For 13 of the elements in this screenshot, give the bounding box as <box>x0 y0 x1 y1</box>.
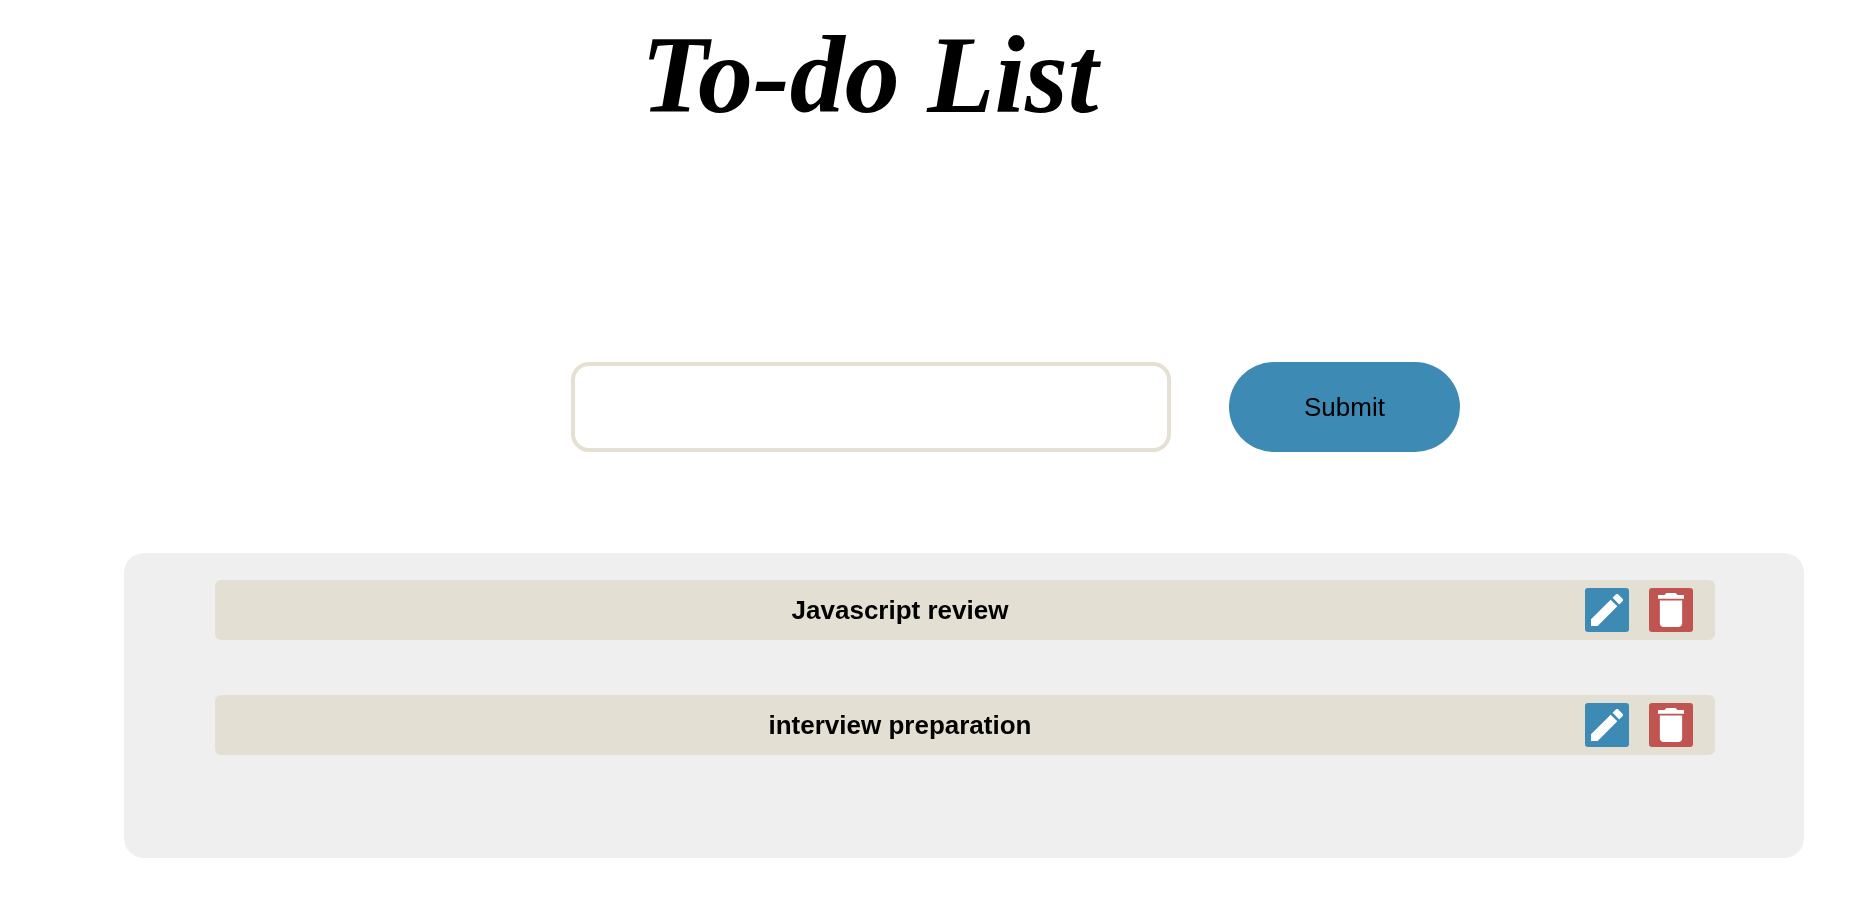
task-text: Javascript review <box>791 594 1009 626</box>
trash-icon <box>1658 708 1684 742</box>
task-input-field[interactable] <box>571 362 1171 452</box>
task-text: interview preparation <box>768 709 1032 741</box>
pencil-icon <box>1591 594 1623 626</box>
edit-button[interactable] <box>1585 703 1629 747</box>
delete-button[interactable] <box>1649 588 1693 632</box>
submit-button[interactable]: Submit <box>1229 362 1460 452</box>
pencil-icon <box>1591 709 1623 741</box>
delete-button[interactable] <box>1649 703 1693 747</box>
edit-button[interactable] <box>1585 588 1629 632</box>
page-title: To-do List <box>641 20 1099 130</box>
trash-icon <box>1658 593 1684 627</box>
